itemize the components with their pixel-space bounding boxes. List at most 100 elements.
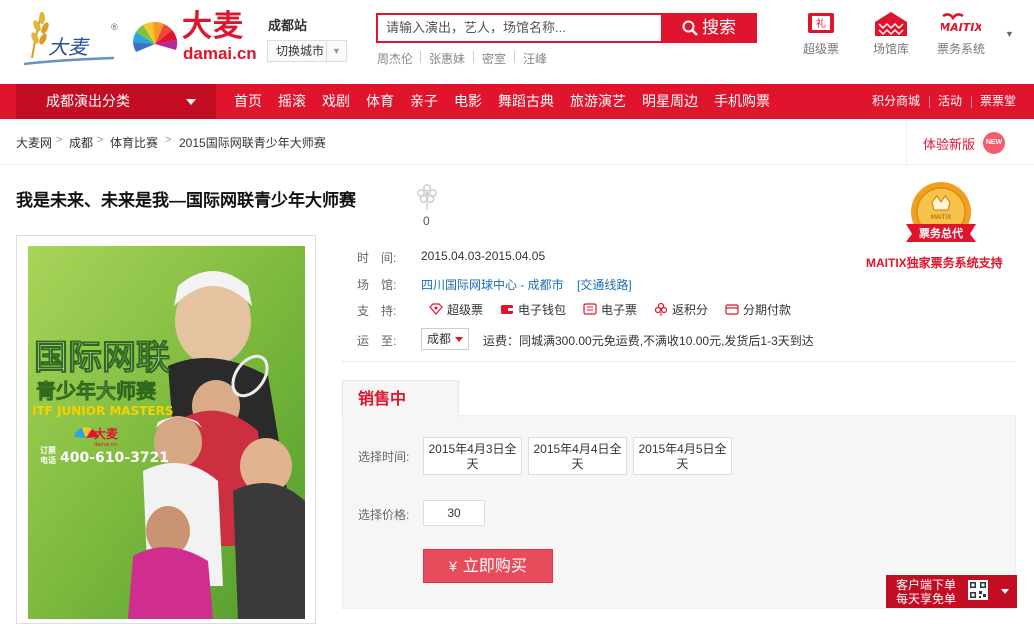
- divider: [473, 51, 474, 63]
- divider: [971, 96, 972, 108]
- event-poster-image[interactable]: 国际网联 青少年大师赛 ITF JUNIOR MASTERS 大麦 damai.…: [28, 246, 305, 619]
- poster-brand-sub: damai.cn: [94, 442, 117, 448]
- city-switch-dropdown[interactable]: 切换城市 ▼: [267, 40, 347, 62]
- search-icon: [682, 20, 698, 36]
- current-city: 成都站: [268, 18, 308, 33]
- damai-logo-text[interactable]: 大麦: [182, 10, 244, 44]
- poster-phone-label: 电话: [40, 455, 56, 465]
- category-dropdown[interactable]: 成都演出分类: [16, 84, 216, 119]
- tool-label: 场馆库: [872, 42, 909, 56]
- caret-down-icon: [455, 337, 463, 342]
- nav-item-travel[interactable]: 旅游演艺: [570, 84, 626, 119]
- tool-label: 票务系统: [936, 42, 985, 56]
- ship-city-value: 成都: [427, 332, 452, 346]
- support-label: 支 持:: [357, 304, 397, 318]
- hot-keyword[interactable]: 张惠妹: [429, 50, 465, 67]
- chevron-down-icon[interactable]: ▼: [1005, 29, 1014, 39]
- ship-city-select[interactable]: 成都: [421, 328, 469, 350]
- favorite-count: 0: [423, 214, 430, 228]
- date-option-line: 2015年4月3日全: [428, 442, 517, 456]
- nav-item-drama[interactable]: 戏剧: [322, 84, 350, 119]
- wheat-logo-icon[interactable]: 大麦: [18, 8, 118, 68]
- e-ticket-icon: [583, 303, 597, 315]
- buy-now-button[interactable]: ¥ 立即购买: [423, 549, 553, 583]
- search-input[interactable]: 请输入演出，艺人，场馆名称...: [376, 13, 662, 43]
- caret-down-icon[interactable]: [1001, 589, 1009, 594]
- registered-mark: ®: [111, 22, 118, 32]
- support-e-wallet: 电子钱包: [518, 303, 567, 317]
- favorite-flower-icon[interactable]: [416, 183, 438, 211]
- nav-activities[interactable]: 活动: [938, 84, 962, 119]
- nav-item-home[interactable]: 首页: [234, 84, 262, 119]
- search-button-label: 搜索: [702, 18, 736, 37]
- nav-item-movie[interactable]: 电影: [454, 84, 482, 119]
- badge-ribbon-text: 票务总代: [919, 226, 963, 240]
- nav-piaopiaotang[interactable]: 票票堂: [980, 84, 1016, 119]
- app-float-line: 每天享免单: [896, 592, 957, 606]
- support-e-ticket: 电子票: [601, 303, 638, 317]
- divider: [0, 164, 1034, 165]
- try-new-version-link[interactable]: 体验新版: [923, 134, 975, 153]
- hot-keyword[interactable]: 汪峰: [523, 50, 547, 67]
- date-option-line: 天: [571, 457, 584, 471]
- hot-keyword[interactable]: 密室: [482, 50, 506, 67]
- tool-venue-library[interactable]: 场馆库: [861, 10, 921, 57]
- tab-on-sale[interactable]: 销售中: [342, 380, 459, 417]
- breadcrumb-item[interactable]: 大麦网: [16, 134, 52, 151]
- maitix-agent-badge: MAITIX 票务总代: [906, 182, 976, 242]
- date-option-line: 天: [466, 457, 479, 471]
- shipping-fee-text: 运费：同城满300.00元免运费,不满收10.00元,发货后1-3天到达: [483, 334, 814, 348]
- support-super-ticket: 超级票: [447, 303, 484, 317]
- page-title: 我是未来、未来是我—国际网联青少年大师赛: [16, 191, 356, 210]
- price-option[interactable]: 30: [423, 500, 485, 526]
- buy-now-label: 立即购买: [462, 558, 527, 575]
- divider: [929, 96, 930, 108]
- nav-points-mall[interactable]: 积分商城: [872, 84, 920, 119]
- traffic-route-link[interactable]: [交通线路]: [577, 276, 632, 293]
- breadcrumb-current: 2015国际网联青少年大师赛: [179, 136, 326, 150]
- ship-label: 运 至:: [357, 334, 397, 348]
- poster-brand: 大麦: [94, 426, 119, 441]
- wheat-logo-text: 大麦: [48, 35, 90, 59]
- time-label: 时 间:: [357, 251, 397, 265]
- qr-code-icon: [968, 580, 988, 600]
- site-header: 大麦 ® 大麦 damai.cn 成都站 切换城市 ▼ 请输入演出，艺人，场馆名…: [0, 0, 1034, 84]
- date-option[interactable]: 2015年4月4日全 天: [528, 437, 627, 475]
- nav-item-star[interactable]: 明星周边: [642, 84, 698, 119]
- main-nav: 成都演出分类 首页 摇滚 戏剧 体育 亲子 电影 舞蹈古典 旅游演艺 明星周边 …: [0, 84, 1034, 119]
- damai-domain-text: damai.cn: [183, 44, 257, 63]
- nav-item-dance[interactable]: 舞蹈古典: [498, 84, 554, 119]
- nav-item-family[interactable]: 亲子: [410, 84, 438, 119]
- caret-down-icon: [186, 99, 196, 105]
- tool-ticket-system[interactable]: MAITIX 票务系统: [931, 10, 991, 57]
- venue-link[interactable]: 四川国际网球中心 - 成都市: [421, 276, 564, 293]
- installment-icon: [725, 304, 739, 315]
- yen-icon: ¥: [449, 558, 457, 574]
- date-option[interactable]: 2015年4月5日全 天: [633, 437, 732, 475]
- nav-item-sports[interactable]: 体育: [366, 84, 394, 119]
- support-return-points: 返积分: [672, 303, 709, 317]
- breadcrumb-item[interactable]: 成都: [69, 134, 93, 151]
- select-time-label: 选择时间:: [358, 450, 410, 464]
- poster-phone-label: 订票: [40, 445, 56, 455]
- tool-super-ticket[interactable]: 礼 超级票: [791, 10, 851, 57]
- venue-icon: [875, 12, 907, 36]
- date-option-line: 天: [676, 457, 689, 471]
- badge-ring-text: MAITIX: [931, 214, 952, 221]
- hot-keyword[interactable]: 周杰伦: [377, 50, 413, 67]
- breadcrumb-item[interactable]: 体育比赛: [110, 134, 158, 151]
- poster-title-en: ITF JUNIOR MASTERS: [32, 404, 174, 418]
- poster-title-cn: 国际网联: [34, 338, 170, 378]
- points-icon: [654, 302, 668, 316]
- divider: [342, 361, 1016, 362]
- damai-flower-logo-icon[interactable]: [132, 14, 178, 60]
- new-badge: NEW: [983, 132, 1005, 154]
- date-option[interactable]: 2015年4月3日全 天: [423, 437, 522, 475]
- app-float-line: 客户端下单: [896, 578, 957, 592]
- chevron-down-icon: ▼: [326, 41, 346, 61]
- nav-item-rock[interactable]: 摇滚: [278, 84, 306, 119]
- poster-phone: 400-610-3721: [60, 450, 169, 466]
- wallet-icon: [501, 305, 513, 314]
- nav-item-mobile[interactable]: 手机购票: [714, 84, 770, 119]
- search-button[interactable]: 搜索: [661, 13, 757, 43]
